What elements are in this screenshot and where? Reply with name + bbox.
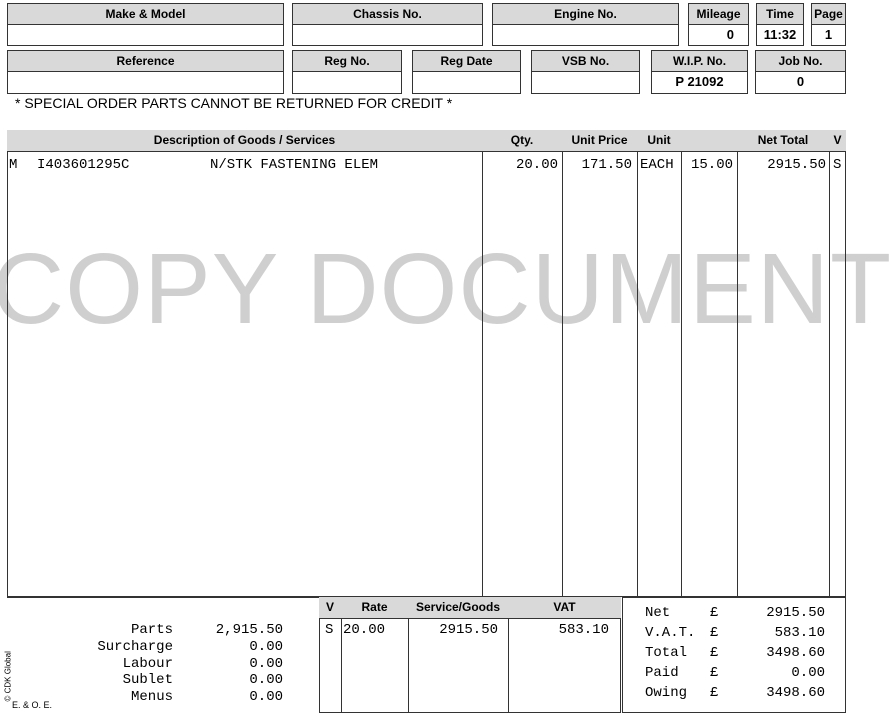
net-label: Net	[645, 605, 671, 621]
col-divider	[482, 152, 483, 597]
copyright-text: © CDK Global	[3, 651, 13, 702]
vat-col-rate-header: Rate	[341, 597, 409, 619]
total-label: Total	[645, 645, 688, 661]
surcharge-value: 0.00	[249, 639, 283, 655]
col-divider	[829, 152, 830, 597]
col-blank-header	[681, 130, 738, 152]
parts-label: Parts	[130, 622, 173, 638]
row-extra: 15.00	[690, 157, 733, 173]
row-v: S	[833, 157, 842, 173]
special-order-notice: * SPECIAL ORDER PARTS CANNOT BE RETURNED…	[15, 95, 453, 111]
reg-no-field	[292, 71, 402, 94]
col-divider	[562, 152, 563, 597]
wip-value: P 21092	[651, 71, 748, 94]
page-label: Page	[811, 3, 846, 25]
reg-date-field	[412, 71, 521, 94]
row-qty: 20.00	[515, 157, 558, 173]
sublet-label: Sublet	[122, 672, 173, 688]
make-model-label: Make & Model	[7, 3, 284, 25]
labour-value: 0.00	[249, 656, 283, 672]
vat-value: 583.10	[774, 625, 825, 641]
engine-label: Engine No.	[492, 3, 679, 25]
parts-value: 2,915.50	[215, 622, 283, 638]
col-divider	[681, 152, 682, 597]
vat-currency: £	[710, 625, 719, 641]
row-part-no: I403601295C	[37, 157, 130, 173]
eoe-text: E. & O. E.	[12, 700, 53, 710]
owing-currency: £	[710, 685, 719, 701]
vat-col-v-header: V	[319, 597, 342, 619]
row-unit-price: 171.50	[581, 157, 632, 173]
vat-row-rate: 20.00	[343, 622, 386, 638]
make-model-field	[7, 24, 284, 46]
col-qty-header: Qty.	[482, 130, 563, 152]
chassis-label: Chassis No.	[292, 3, 483, 25]
col-v-header: V	[829, 130, 846, 152]
reg-no-label: Reg No.	[292, 50, 402, 72]
vat-col-divider	[341, 619, 342, 713]
total-value: 3498.60	[766, 645, 825, 661]
reference-label: Reference	[7, 50, 284, 72]
job-value: 0	[755, 71, 846, 94]
vsb-label: VSB No.	[531, 50, 640, 72]
labour-label: Labour	[122, 656, 173, 672]
row-net-total: 2915.50	[767, 157, 826, 173]
row-type: M	[9, 157, 18, 173]
mileage-label: Mileage	[688, 3, 749, 25]
owing-label: Owing	[645, 685, 688, 701]
time-label: Time	[756, 3, 804, 25]
paid-label: Paid	[645, 665, 679, 681]
engine-field	[492, 24, 679, 46]
vat-col-service-goods-header: Service/Goods	[408, 597, 509, 619]
paid-currency: £	[710, 665, 719, 681]
job-label: Job No.	[755, 50, 846, 72]
vat-col-divider	[408, 619, 409, 713]
owing-value: 3498.60	[766, 685, 825, 701]
net-currency: £	[710, 605, 719, 621]
wip-label: W.I.P. No.	[651, 50, 748, 72]
time-value: 11:32	[756, 24, 804, 46]
row-description: N/STK FASTENING ELEM	[210, 157, 379, 173]
col-divider	[737, 152, 738, 597]
page-value: 1	[811, 24, 846, 46]
col-net-total-header: Net Total	[737, 130, 830, 152]
vat-row-v: S	[325, 622, 334, 638]
mileage-value: 0	[688, 24, 749, 46]
vat-row-service-goods: 2915.50	[439, 622, 498, 638]
reg-date-label: Reg Date	[412, 50, 521, 72]
reference-field	[7, 71, 284, 94]
total-currency: £	[710, 645, 719, 661]
row-unit: EACH	[640, 157, 674, 173]
col-description-header: Description of Goods / Services	[7, 130, 483, 152]
vat-row-vat: 583.10	[558, 622, 609, 638]
vat-col-divider	[508, 619, 509, 713]
col-unit-header: Unit	[637, 130, 682, 152]
chassis-field	[292, 24, 483, 46]
menus-label: Menus	[130, 689, 173, 705]
vsb-field	[531, 71, 640, 94]
menus-value: 0.00	[249, 689, 283, 705]
paid-value: 0.00	[791, 665, 825, 681]
items-table	[7, 130, 846, 597]
sublet-value: 0.00	[249, 672, 283, 688]
surcharge-label: Surcharge	[97, 639, 173, 655]
vat-col-vat-header: VAT	[508, 597, 621, 619]
col-divider	[637, 152, 638, 597]
vat-label: V.A.T.	[645, 625, 696, 641]
col-unit-price-header: Unit Price	[562, 130, 638, 152]
net-value: 2915.50	[766, 605, 825, 621]
